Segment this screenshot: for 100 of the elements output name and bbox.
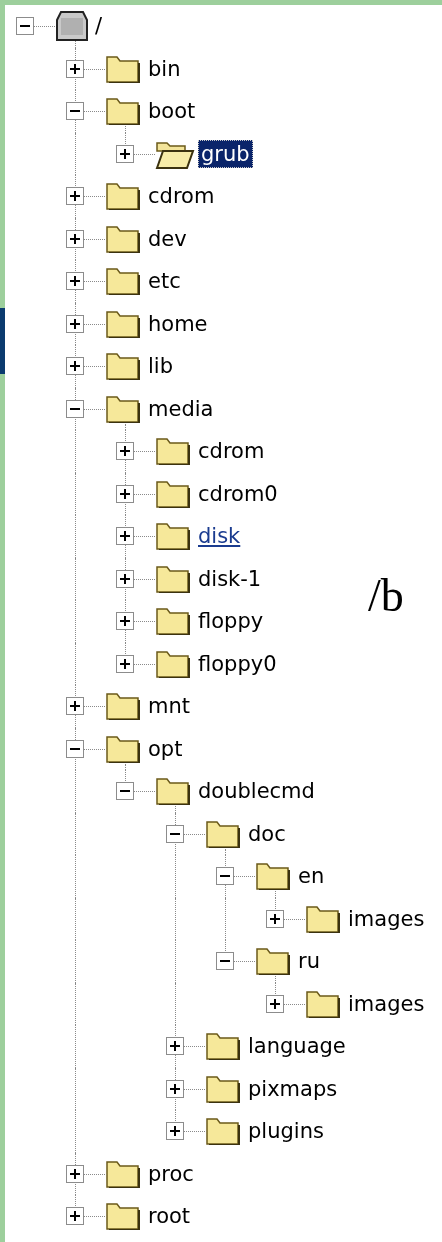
plus-icon bbox=[70, 191, 80, 202]
tree-toggle[interactable] bbox=[116, 527, 134, 546]
plus-icon bbox=[120, 658, 130, 669]
tree-toggle[interactable] bbox=[66, 102, 84, 121]
tree-toggle[interactable] bbox=[116, 782, 134, 801]
folder-label[interactable]: doc bbox=[245, 819, 289, 848]
tree-toggle[interactable] bbox=[266, 994, 284, 1013]
folder-icon bbox=[155, 606, 192, 637]
folder-icon bbox=[205, 1031, 242, 1062]
folder-icon bbox=[155, 563, 192, 594]
plus-icon bbox=[70, 276, 80, 287]
folder-icon bbox=[105, 223, 142, 254]
folder-label[interactable]: etc bbox=[145, 267, 184, 296]
folder-icon bbox=[105, 1158, 142, 1189]
tree-toggle[interactable] bbox=[116, 484, 134, 503]
folder-label[interactable]: mnt bbox=[145, 692, 193, 721]
folder-icon bbox=[105, 691, 142, 722]
tree-toggle[interactable] bbox=[66, 272, 84, 291]
tree-toggle[interactable] bbox=[116, 654, 134, 673]
tree-toggle[interactable] bbox=[166, 1037, 184, 1056]
plus-icon bbox=[170, 1041, 180, 1052]
folder-label[interactable]: opt bbox=[145, 734, 186, 763]
tree-toggle[interactable] bbox=[216, 867, 234, 886]
folder-label[interactable]: proc bbox=[145, 1159, 197, 1188]
plus-icon bbox=[70, 233, 80, 244]
folder-label[interactable]: doublecmd bbox=[195, 777, 318, 806]
folder-label[interactable]: home bbox=[145, 309, 211, 338]
folder-label[interactable]: lib bbox=[145, 352, 176, 381]
folder-label[interactable]: grub bbox=[198, 139, 253, 168]
plus-icon bbox=[120, 148, 130, 159]
folder-label[interactable]: floppy0 bbox=[195, 649, 280, 678]
tree-toggle[interactable] bbox=[66, 59, 84, 78]
folder-icon bbox=[155, 521, 192, 552]
plus-icon bbox=[120, 573, 130, 584]
folder-icon bbox=[155, 436, 192, 467]
folder-icon bbox=[105, 1201, 142, 1232]
folder-label[interactable]: ru bbox=[295, 947, 323, 976]
folder-icon bbox=[305, 903, 342, 934]
tree-toggle[interactable] bbox=[66, 314, 84, 333]
folder-label[interactable]: floppy bbox=[195, 607, 267, 636]
slide-accent-bar bbox=[0, 308, 5, 374]
tree-toggle[interactable] bbox=[66, 187, 84, 206]
folder-icon bbox=[205, 1073, 242, 1104]
plus-icon bbox=[120, 616, 130, 627]
folder-label[interactable]: media bbox=[145, 394, 217, 423]
folder-label[interactable]: plugins bbox=[245, 1117, 327, 1146]
plus-icon bbox=[70, 318, 80, 329]
folder-label[interactable]: cdrom bbox=[145, 182, 218, 211]
tree-toggle[interactable] bbox=[66, 697, 84, 716]
folder-icon bbox=[105, 733, 142, 764]
tree-toggle[interactable] bbox=[166, 1122, 184, 1141]
tree-toggle[interactable] bbox=[216, 952, 234, 971]
folder-label[interactable]: boot bbox=[145, 97, 199, 126]
folder-label[interactable]: en bbox=[295, 862, 328, 891]
minus-icon bbox=[70, 110, 80, 113]
tree-toggle[interactable] bbox=[116, 144, 134, 163]
folder-icon bbox=[105, 393, 142, 424]
folder-icon bbox=[255, 946, 292, 977]
folder-label[interactable]: root bbox=[145, 1202, 194, 1231]
folder-label[interactable]: language bbox=[245, 1032, 349, 1061]
folder-label[interactable]: bin bbox=[145, 54, 184, 83]
minus-icon bbox=[70, 747, 80, 750]
tree-toggle[interactable] bbox=[66, 399, 84, 418]
folder-label[interactable]: / bbox=[92, 12, 106, 41]
folder-label[interactable]: disk bbox=[195, 522, 244, 551]
tree-toggle[interactable] bbox=[66, 1164, 84, 1183]
folder-icon bbox=[205, 818, 242, 849]
tree-toggle[interactable] bbox=[116, 612, 134, 631]
minus-icon bbox=[220, 960, 230, 963]
plus-icon bbox=[70, 1168, 80, 1179]
plus-icon bbox=[120, 446, 130, 457]
folder-icon bbox=[105, 266, 142, 297]
tree-toggle[interactable] bbox=[266, 909, 284, 928]
folder-label[interactable]: dev bbox=[145, 224, 190, 253]
folder-label[interactable]: cdrom bbox=[195, 437, 268, 466]
tree-toggle[interactable] bbox=[166, 1079, 184, 1098]
tree-toggle[interactable] bbox=[66, 229, 84, 248]
plus-icon bbox=[70, 701, 80, 712]
folder-icon bbox=[105, 308, 142, 339]
folder-label[interactable]: pixmaps bbox=[245, 1074, 341, 1103]
folder-label[interactable]: images bbox=[345, 904, 428, 933]
folder-label[interactable]: disk-1 bbox=[195, 564, 265, 593]
plus-icon bbox=[270, 998, 280, 1009]
plus-icon bbox=[170, 1083, 180, 1094]
folder-icon bbox=[105, 53, 142, 84]
tree-toggle[interactable] bbox=[66, 739, 84, 758]
folder-label[interactable]: cdrom0 bbox=[195, 479, 281, 508]
tree-toggle[interactable] bbox=[16, 17, 34, 36]
folder-label[interactable]: images bbox=[345, 989, 428, 1018]
tree-toggle[interactable] bbox=[66, 357, 84, 376]
tree-toggle[interactable] bbox=[116, 569, 134, 588]
folder-icon bbox=[105, 181, 142, 212]
minus-icon bbox=[70, 407, 80, 410]
plus-icon bbox=[70, 361, 80, 372]
tree-toggle[interactable] bbox=[116, 442, 134, 461]
folder-icon bbox=[305, 988, 342, 1019]
tree-toggle[interactable] bbox=[166, 824, 184, 843]
folder-icon bbox=[155, 478, 192, 509]
plus-icon bbox=[120, 531, 130, 542]
tree-toggle[interactable] bbox=[66, 1207, 84, 1226]
